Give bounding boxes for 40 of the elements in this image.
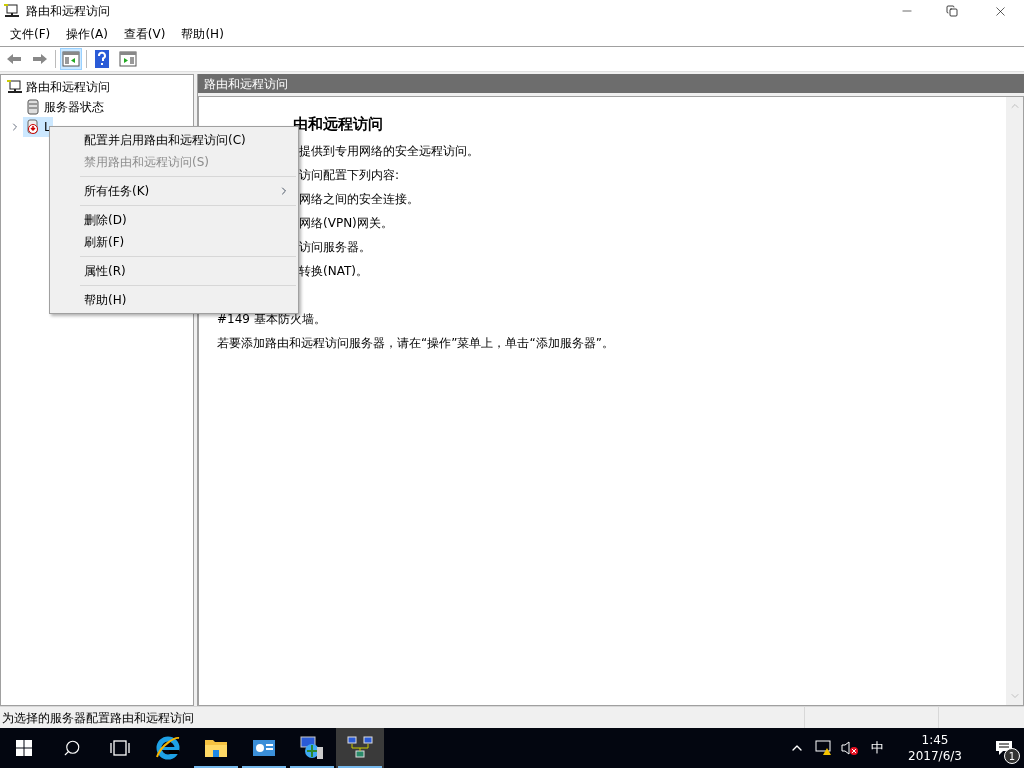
- notification-count: 1: [1004, 748, 1020, 764]
- search-icon[interactable]: [63, 739, 81, 757]
- tree-item[interactable]: 路由和远程访问: [26, 78, 110, 96]
- menu-item[interactable]: 配置并启用路由和远程访问(C): [50, 129, 298, 151]
- content-text: #149 基本防火墙。: [217, 310, 327, 328]
- action-pane-icon[interactable]: [117, 48, 139, 70]
- network-diagram-icon[interactable]: [336, 728, 384, 768]
- menu-item[interactable]: 所有任务(K): [50, 180, 298, 202]
- content-text: 网络之间的安全连接。: [299, 190, 420, 208]
- windows-start-icon[interactable]: [16, 740, 32, 756]
- task-view-icon[interactable]: [110, 740, 130, 756]
- content-text: 转换(NAT)。: [299, 262, 369, 280]
- menu-item[interactable]: 操作(A): [66, 25, 108, 43]
- status-text: 为选择的服务器配置路由和远程访问: [1, 709, 195, 727]
- computer-icon: [7, 79, 23, 95]
- network-warning-icon[interactable]: [815, 740, 833, 756]
- menu-item[interactable]: 删除(D): [50, 209, 298, 231]
- speaker-muted-icon[interactable]: [841, 740, 859, 756]
- tree-pane-icon[interactable]: [60, 48, 82, 70]
- menu-item[interactable]: 帮助(H): [181, 25, 224, 43]
- input-method-indicator[interactable]: 中: [871, 738, 884, 758]
- menu-item[interactable]: 查看(V): [123, 25, 166, 43]
- content-text: 访问配置下列内容:: [299, 166, 401, 184]
- notification-button[interactable]: 1: [984, 728, 1024, 768]
- server-stop-icon: [25, 119, 41, 135]
- panel-header: 路由和远程访问: [198, 74, 1024, 96]
- clock[interactable]: 1:45 2017/6/3: [900, 732, 970, 764]
- content-text: 提供到专用网络的安全远程访问。: [299, 142, 480, 160]
- server-icon: [25, 99, 41, 115]
- window-title: 路由和远程访问: [26, 3, 110, 20]
- content-text: 若要添加路由和远程访问服务器，请在“操作”菜单上，单击“添加服务器”。: [217, 334, 615, 352]
- content-text: 网络(VPN)网关。: [299, 214, 394, 232]
- content-text: 访问服务器。: [299, 238, 372, 256]
- menu-item[interactable]: 文件(F): [10, 25, 51, 43]
- restore-icon[interactable]: [946, 5, 958, 17]
- menu-item[interactable]: 属性(R): [50, 260, 298, 282]
- tree-item[interactable]: 服务器状态: [44, 98, 104, 116]
- computer-icon: [4, 3, 20, 19]
- menu-item[interactable]: 刷新(F): [50, 231, 298, 253]
- menu-item[interactable]: 帮助(H): [50, 289, 298, 311]
